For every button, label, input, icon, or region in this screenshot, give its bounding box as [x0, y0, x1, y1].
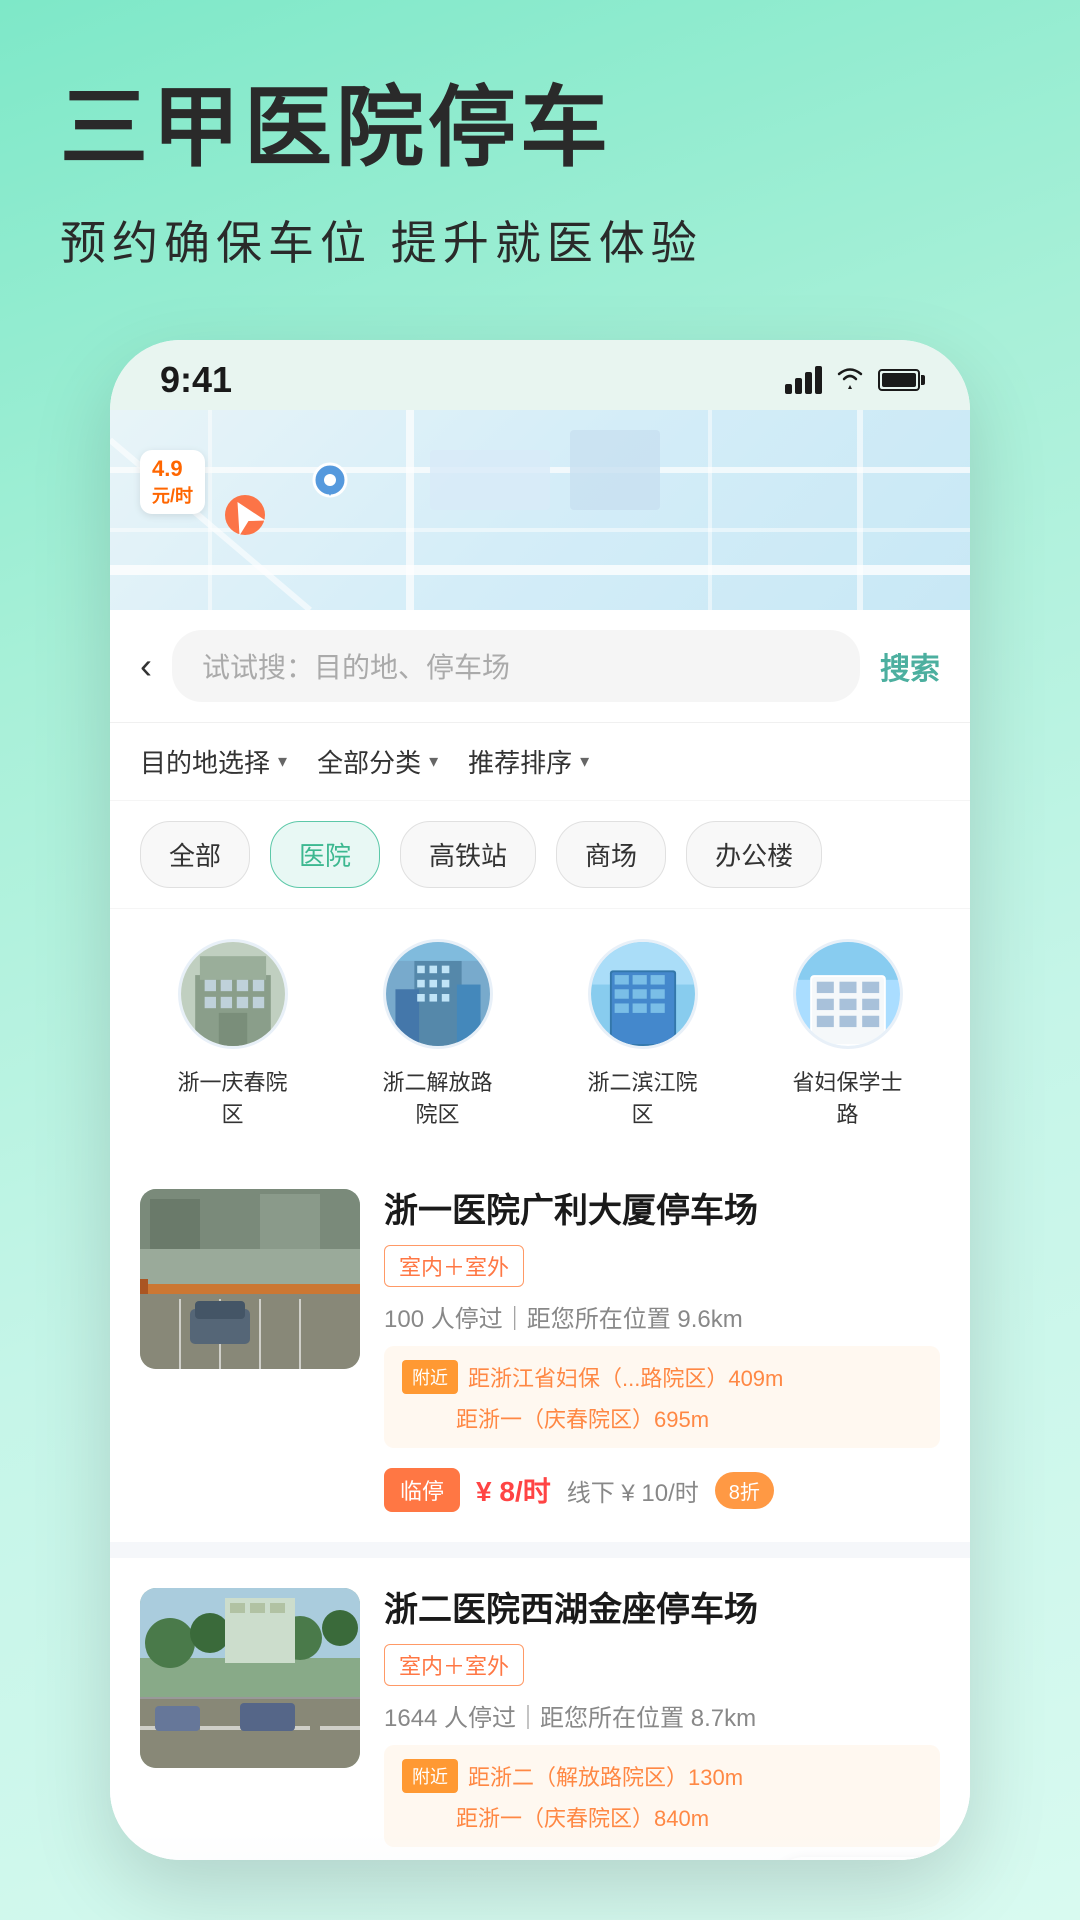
nearby-box-2: 附近 距浙二（解放路院区）130m 距浙一（庆春院区）840m — [384, 1745, 940, 1847]
nearby-row-1: 附近 距浙江省妇保（...路院区）409m — [402, 1360, 922, 1394]
chevron-down-icon: ▾ — [580, 751, 589, 772]
parking-card-1[interactable]: 浙一医院广利大厦停车场 室内＋室外 100 人停过｜距您所在位置 9.6km 附… — [110, 1159, 970, 1542]
card-image-1 — [140, 1189, 360, 1369]
hero-subtitle: 预约确保车位 提升就医体验 — [60, 207, 1020, 273]
discount-badge-1: 8折 — [715, 1472, 774, 1509]
cards-container: 浙一医院广利大厦停车场 室内＋室外 100 人停过｜距您所在位置 9.6km 附… — [110, 1159, 970, 1860]
location-marker — [310, 460, 350, 515]
hospital-row: 浙一庆春院区 — [110, 909, 970, 1159]
status-icons — [785, 363, 920, 398]
parking-card-2[interactable]: 浙二医院西湖金座停车场 室内＋室外 1644 人停过｜距您所在位置 8.7km … — [110, 1558, 970, 1860]
category-office[interactable]: 办公楼 — [686, 821, 822, 888]
search-bar[interactable]: ‹ 试试搜：目的地、停车场 搜索 — [110, 610, 970, 723]
nearby-badge-1: 附近 — [402, 1360, 458, 1394]
hospital-name-3: 浙二滨江院区 — [583, 1065, 703, 1129]
hospital-avatar-4 — [793, 939, 903, 1049]
card-image-2 — [140, 1588, 360, 1768]
nearby-row-4: 距浙一（庆春院区）840m — [402, 1801, 922, 1833]
nav-marker — [220, 490, 270, 545]
temp-badge-1: 临停 — [384, 1468, 460, 1512]
nearby-text-1: 距浙江省妇保（...路院区）409m — [468, 1361, 783, 1393]
hospital-avatar-3 — [588, 939, 698, 1049]
hospital-item-1[interactable]: 浙一庆春院区 — [173, 939, 293, 1129]
category-filter[interactable]: 全部分类 ▾ — [317, 743, 438, 780]
destination-filter[interactable]: 目的地选择 ▾ — [140, 743, 287, 780]
card-meta-2: 1644 人停过｜距您所在位置 8.7km — [384, 1698, 940, 1733]
nearby-text-2: 距浙一（庆春院区）695m — [456, 1402, 709, 1434]
nearby-row-2: 距浙一（庆春院区）695m — [402, 1402, 922, 1434]
category-all[interactable]: 全部 — [140, 821, 250, 888]
hospital-name-1: 浙一庆春院区 — [173, 1065, 293, 1129]
chevron-down-icon: ▾ — [429, 751, 438, 772]
filter-row: 目的地选择 ▾ 全部分类 ▾ 推荐排序 ▾ — [110, 723, 970, 801]
card-content-1: 浙一医院广利大厦停车场 室内＋室外 100 人停过｜距您所在位置 9.6km 附… — [384, 1189, 940, 1512]
hospital-name-4: 省妇保学士路 — [788, 1065, 908, 1129]
card-title-1: 浙一医院广利大厦停车场 — [384, 1189, 940, 1233]
hospital-item-2[interactable]: 浙二解放路院区 — [378, 939, 498, 1129]
wifi-icon — [834, 363, 866, 398]
hospital-avatar-2 — [383, 939, 493, 1049]
hero-section: 三甲医院停车 预约确保车位 提升就医体验 — [0, 0, 1080, 313]
phone-mockup: 9:41 — [110, 340, 970, 1860]
back-button[interactable]: ‹ — [140, 645, 152, 687]
nearby-badge-2: 附近 — [402, 1759, 458, 1793]
card-content-2: 浙二医院西湖金座停车场 室内＋室外 1644 人停过｜距您所在位置 8.7km … — [384, 1588, 940, 1860]
price-main-1: ¥ 8/时 — [476, 1470, 551, 1510]
search-button[interactable]: 搜索 — [880, 644, 940, 688]
price-tag-value: 4.9元/时 — [152, 456, 193, 507]
price-row-1: 临停 ¥ 8/时 线下 ¥ 10/时 8折 — [384, 1468, 940, 1512]
category-hospital[interactable]: 医院 — [270, 821, 380, 888]
hospital-name-2: 浙二解放路院区 — [378, 1065, 498, 1129]
phone-frame: 9:41 — [110, 340, 970, 1860]
nearby-text-4: 距浙一（庆春院区）840m — [456, 1801, 709, 1833]
search-input[interactable]: 试试搜：目的地、停车场 — [172, 630, 860, 702]
hero-title: 三甲医院停车 — [60, 80, 1020, 177]
search-placeholder: 试试搜：目的地、停车场 — [202, 646, 510, 686]
category-railway[interactable]: 高铁站 — [400, 821, 536, 888]
card-meta-1: 100 人停过｜距您所在位置 9.6km — [384, 1299, 940, 1334]
nearby-text-3: 距浙二（解放路院区）130m — [468, 1760, 743, 1792]
signal-icon — [785, 366, 822, 394]
battery-icon — [878, 369, 920, 391]
nearby-box-1: 附近 距浙江省妇保（...路院区）409m 距浙一（庆春院区）695m — [384, 1346, 940, 1448]
hospital-avatar-1 — [178, 939, 288, 1049]
status-time: 9:41 — [160, 359, 232, 401]
card-badge-2: 室内＋室外 — [384, 1644, 524, 1686]
sort-filter[interactable]: 推荐排序 ▾ — [468, 743, 589, 780]
map-area: 4.9元/时 — [110, 410, 970, 610]
status-bar: 9:41 — [110, 340, 970, 410]
category-mall[interactable]: 商场 — [556, 821, 666, 888]
nearby-row-3: 附近 距浙二（解放路院区）130m — [402, 1759, 922, 1793]
price-offline-1: 线下 ¥ 10/时 — [567, 1473, 699, 1508]
chevron-down-icon: ▾ — [278, 751, 287, 772]
card-badge-1: 室内＋室外 — [384, 1245, 524, 1287]
hospital-item-3[interactable]: 浙二滨江院区 — [583, 939, 703, 1129]
card-title-2: 浙二医院西湖金座停车场 — [384, 1588, 940, 1632]
category-row: 全部 医院 高铁站 商场 办公楼 — [110, 801, 970, 909]
bottom-fade — [110, 1833, 970, 1860]
hospital-item-4[interactable]: 省妇保学士路 — [788, 939, 908, 1129]
map-price-tag: 4.9元/时 — [140, 450, 205, 514]
